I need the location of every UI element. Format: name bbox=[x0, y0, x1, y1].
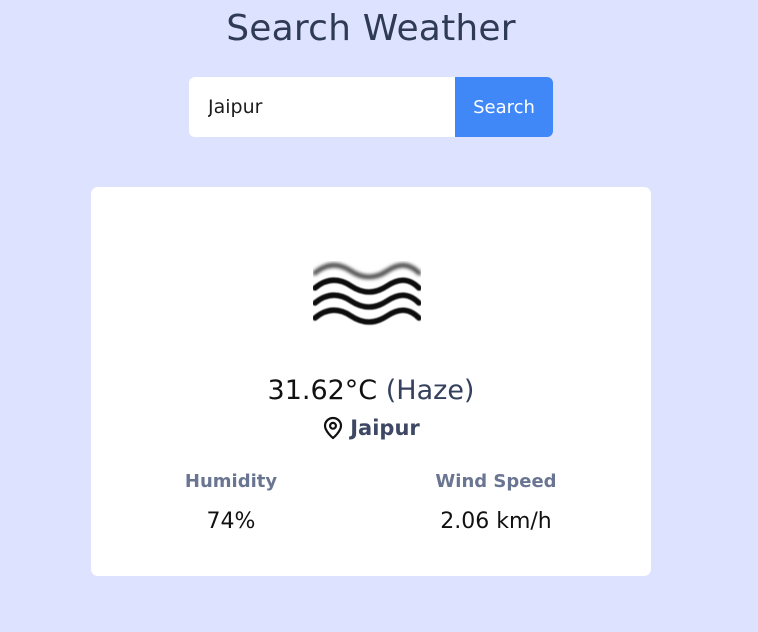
temperature-value: 31.62°C bbox=[267, 375, 378, 406]
wind-speed-value: 2.06 km/h bbox=[440, 509, 552, 534]
temperature-line: 31.62°C (Haze) bbox=[91, 375, 651, 406]
page-title: Search Weather bbox=[226, 8, 516, 49]
location: Jaipur bbox=[91, 416, 651, 440]
wind-speed-label: Wind Speed bbox=[435, 471, 557, 492]
weather-condition: (Haze) bbox=[385, 375, 475, 406]
search-button[interactable]: Search bbox=[455, 77, 553, 137]
weather-card: 31.62°C (Haze) Jaipur Humidity 74% Wind … bbox=[91, 187, 651, 576]
location-name: Jaipur bbox=[350, 416, 420, 440]
search-input[interactable] bbox=[189, 77, 455, 137]
humidity-value: 74% bbox=[206, 509, 256, 534]
map-pin-icon bbox=[324, 416, 343, 440]
search-bar: Search bbox=[189, 77, 553, 137]
wind-speed-stat: Wind Speed 2.06 km/h bbox=[396, 471, 596, 534]
haze-icon bbox=[313, 262, 421, 325]
humidity-label: Humidity bbox=[184, 471, 278, 492]
humidity-stat: Humidity 74% bbox=[131, 471, 331, 534]
weather-page: Search Weather Search 31.62°C (Haze) bbox=[0, 0, 758, 632]
